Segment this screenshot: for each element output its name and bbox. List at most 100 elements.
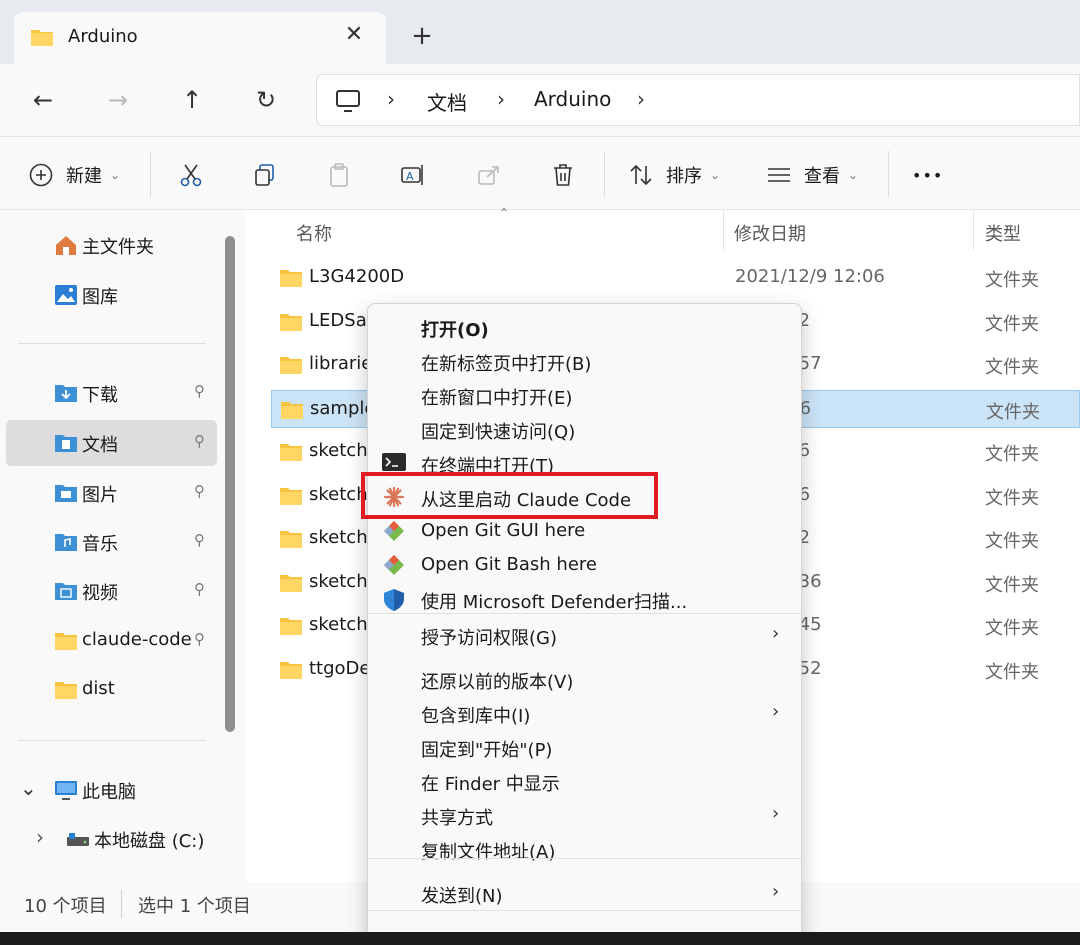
scissors-icon — [178, 162, 204, 188]
pin-icon[interactable]: ⚲ — [194, 482, 205, 500]
context-menu-item[interactable]: 包含到库中(I) › — [368, 696, 801, 730]
list-view-icon — [766, 162, 792, 188]
context-menu-item[interactable]: 固定到"开始"(P) — [368, 730, 801, 764]
file-type: 文件夹 — [985, 313, 1039, 335]
context-menu-label: 还原以前的版本(V) — [421, 672, 574, 693]
folder-icon — [279, 442, 303, 466]
column-header-name[interactable]: 名称 — [296, 220, 332, 246]
context-menu-item[interactable]: Open Git GUI here — [368, 514, 801, 548]
pin-icon[interactable]: ⚲ — [194, 382, 205, 400]
sidebar-scrollbar[interactable] — [225, 236, 235, 732]
sidebar-item-documents[interactable]: 文档 ⚲ — [6, 420, 217, 466]
column-divider[interactable] — [723, 210, 724, 250]
file-type: 文件夹 — [985, 574, 1039, 596]
breadcrumb-arduino[interactable]: Arduino — [534, 87, 611, 111]
file-row[interactable]: L3G4200D 2021/12/9 12:06 文件夹 — [271, 259, 1080, 297]
column-header-type[interactable]: 类型 — [985, 220, 1021, 246]
context-menu-item[interactable]: 授予访问权限(G) › — [368, 618, 801, 652]
sidebar-item-videos[interactable]: 视频 ⚲ — [6, 568, 217, 614]
pin-icon[interactable]: ⚲ — [194, 432, 205, 450]
copy-button[interactable] — [252, 161, 278, 189]
breadcrumb-chevron-icon[interactable]: › — [637, 87, 645, 111]
rename-icon: A — [400, 162, 426, 188]
chevron-down-icon[interactable]: ⌄ — [20, 776, 37, 800]
paste-button[interactable] — [326, 161, 352, 189]
drive-icon — [66, 828, 89, 850]
context-menu-item[interactable]: 还原以前的版本(V) — [368, 662, 801, 696]
sidebar-item-pictures[interactable]: 图片 ⚲ — [6, 470, 217, 516]
context-menu-item[interactable]: 固定到快速访问(Q) — [368, 412, 801, 446]
delete-button[interactable] — [550, 161, 576, 189]
sidebar-item-dist[interactable]: dist — [6, 667, 217, 713]
monitor-icon[interactable] — [335, 89, 361, 117]
more-options-button[interactable]: ••• — [912, 161, 943, 189]
refresh-button[interactable]: ↻ — [251, 86, 281, 116]
new-tab-button[interactable]: + — [408, 22, 436, 50]
share-icon — [476, 162, 502, 188]
context-menu-item[interactable]: 在新标签页中打开(B) — [368, 344, 801, 378]
pin-icon[interactable]: ⚲ — [194, 630, 205, 648]
context-menu-item[interactable]: 打开(O) — [368, 310, 801, 344]
context-menu-item[interactable]: 在 Finder 中显示 — [368, 764, 801, 798]
git-bash-icon — [382, 554, 406, 576]
file-name: librarie — [309, 353, 373, 374]
chevron-down-icon: ⌄ — [848, 168, 859, 182]
breadcrumb-chevron-icon[interactable]: › — [387, 87, 395, 111]
file-name: sketch — [309, 440, 368, 461]
forward-button[interactable]: → — [103, 86, 133, 116]
context-menu-item[interactable]: 在新窗口中打开(E) — [368, 378, 801, 412]
sidebar-item-local-disk[interactable]: › 本地磁盘 (C:) — [6, 816, 217, 862]
sidebar-item-label: 图片 — [82, 485, 118, 506]
chevron-right-icon[interactable]: › — [36, 825, 44, 849]
back-button[interactable]: ← — [28, 86, 58, 116]
rename-button[interactable]: A — [400, 161, 426, 189]
item-count: 10 个项目 — [24, 896, 107, 917]
context-menu-item[interactable]: Open Git Bash here — [368, 548, 801, 582]
pin-icon[interactable]: ⚲ — [194, 531, 205, 549]
breadcrumb-chevron-icon[interactable]: › — [497, 87, 505, 111]
sidebar-item-music[interactable]: 音乐 ⚲ — [6, 519, 217, 565]
folder-icon — [279, 486, 303, 510]
context-menu-label: 固定到"开始"(P) — [421, 740, 553, 761]
new-button[interactable]: 新建 ⌄ — [28, 161, 120, 189]
sort-button[interactable]: 排序 ⌄ — [628, 161, 720, 189]
pin-icon[interactable]: ⚲ — [194, 580, 205, 598]
context-menu-item[interactable]: 使用 Microsoft Defender扫描... — [368, 582, 801, 616]
sidebar-item-gallery[interactable]: 图库 — [6, 272, 217, 318]
chevron-down-icon: ⌄ — [110, 168, 121, 182]
close-tab-icon[interactable]: ✕ — [342, 22, 366, 47]
column-divider[interactable] — [973, 210, 974, 250]
sidebar-item-home[interactable]: 主文件夹 — [6, 222, 217, 268]
context-menu-item[interactable]: 共享方式 › — [368, 798, 801, 832]
context-menu-item[interactable]: 发送到(N) › — [368, 876, 801, 910]
svg-text:A: A — [406, 170, 414, 183]
gallery-icon — [54, 284, 77, 306]
file-name: sketch — [309, 483, 368, 505]
cut-button[interactable] — [178, 161, 204, 189]
navigation-pane: 主文件夹 图库 下载 ⚲ 文档 ⚲ 图片 ⚲ 音乐 ⚲ 视频 ⚲ claude-… — [0, 210, 245, 882]
context-menu-label: 使用 Microsoft Defender扫描... — [421, 592, 688, 613]
chevron-right-icon: › — [772, 623, 780, 644]
file-modified-date: 2021/12/9 12:06 — [735, 266, 885, 287]
column-header-modified[interactable]: 修改日期 — [734, 220, 806, 246]
share-button[interactable] — [476, 161, 502, 189]
file-type: 文件夹 — [985, 618, 1039, 639]
documents-folder-icon — [54, 432, 77, 454]
sidebar-item-this-pc[interactable]: ⌄ 此电脑 — [6, 767, 217, 813]
sort-caret-icon: ⌃ — [499, 206, 510, 220]
up-button[interactable]: ↑ — [177, 86, 207, 116]
sidebar-item-label: 图库 — [82, 287, 118, 308]
context-menu-separator — [368, 613, 801, 614]
file-name: sketch — [309, 527, 368, 548]
breadcrumb-documents[interactable]: 文档 — [427, 87, 467, 116]
tab-arduino[interactable]: Arduino ✕ — [14, 12, 386, 64]
context-menu-label: Open Git GUI here — [421, 520, 586, 541]
new-label: 新建 — [66, 166, 102, 187]
sidebar-item-downloads[interactable]: 下载 ⚲ — [6, 370, 217, 416]
sidebar-item-claude-code[interactable]: claude-code ⚲ — [6, 618, 217, 664]
view-button[interactable]: 查看 ⌄ — [766, 161, 858, 189]
folder-icon — [30, 27, 54, 51]
file-name: sketch — [309, 614, 368, 635]
context-menu-item[interactable]: 复制文件地址(A) — [368, 832, 801, 866]
address-bar[interactable]: › 文档 › Arduino › — [316, 74, 1080, 126]
